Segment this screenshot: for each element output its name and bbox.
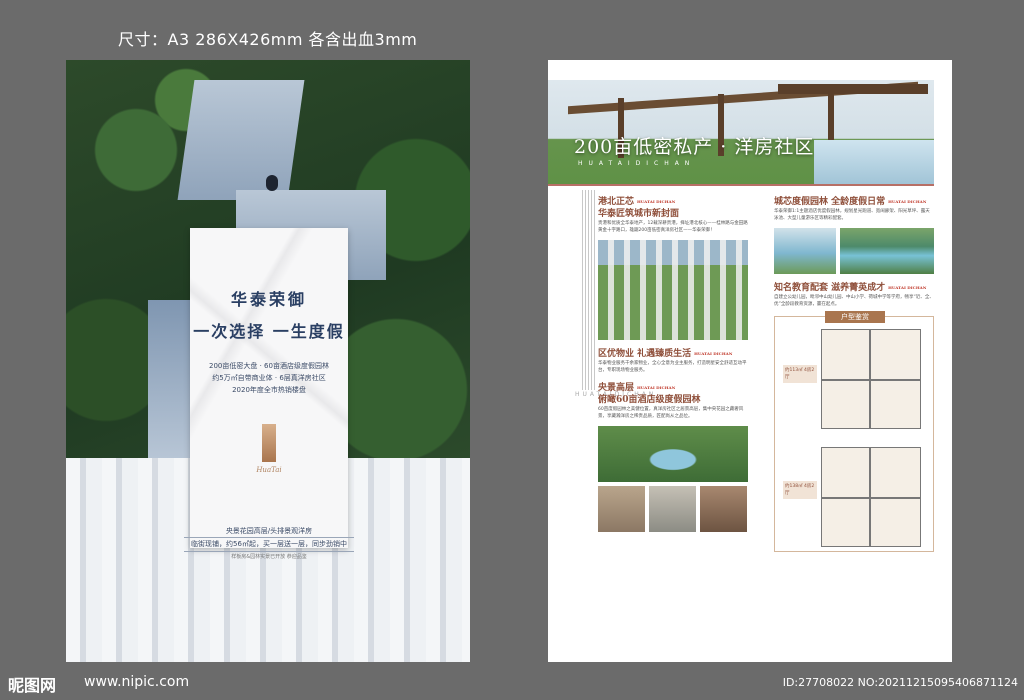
pergola-roof — [778, 84, 928, 94]
decorative-lines — [582, 190, 596, 390]
section-body: 华泰物业服务千余家物业，全心全意为业主服务，打造明星安全舒适互动平台，专职现场物… — [598, 361, 747, 373]
section-title: 俯瞰60亩酒店级度假园林 — [598, 395, 701, 405]
pool — [814, 140, 934, 186]
footer-line: 央景花园高层/头排景观洋房 — [225, 527, 313, 535]
floor-plans-panel: 户型鉴赏 约113㎡ 4房2厅 约138㎡ 4房2厅 — [774, 311, 934, 552]
building-photo-row — [598, 486, 748, 532]
section-body: 自建立公幼儿园，毗邻中山幼儿园、中山小学、荷城中学等学府，畅享“近、全、优”全龄… — [774, 295, 934, 307]
watermark-url: www.nipic.com — [84, 674, 190, 690]
section-title: 港北正芯 HUATAI DICHAN — [598, 196, 748, 208]
resort-garden-image — [598, 426, 748, 482]
brand-signature: HuaTai — [256, 466, 282, 474]
garden-photo — [774, 228, 836, 274]
section-tag: HUATAI DICHAN — [888, 199, 927, 204]
left-column: 港北正芯 HUATAI DICHAN 华泰匠筑城市新封面 贵港和优质全华泰地产，1… — [598, 196, 748, 532]
section-tag: HUATAI DICHAN — [888, 285, 927, 290]
section-title: 华泰匠筑城市新封面 — [598, 209, 680, 219]
back-page: 200亩低密私产 · 洋房社区 HUATAIDICHAN HUATAIDICHA… — [548, 60, 952, 662]
section-title-text: 区优物业 礼遇臻质生活 — [598, 349, 692, 359]
garden-photo-pair — [774, 228, 934, 274]
stone-path — [177, 80, 305, 200]
community-aerial-image — [598, 240, 748, 340]
hero-subtitle: HUATAIDICHAN — [578, 160, 696, 167]
selling-point: 约5万㎡自带商业体 · 6层真洋房社区 — [212, 374, 326, 382]
section-body: 60亩度假园林之美健位置，真洋房社区之居景高层，集中央花园之藏奢风景，享藏瀚洋房… — [598, 407, 744, 419]
section-title-text: 央景高层 — [598, 383, 635, 393]
section-title-text: 知名教育配套 滋养菁英成才 — [774, 283, 886, 293]
plan-a-label: 约113㎡ 4房2厅 — [783, 365, 817, 383]
section-tag: HUATAI DICHAN — [637, 199, 676, 204]
front-footer: 央景花园高层/头排景观洋房 临街现铺，约56㎡起，买一层送一层，同步劲销中 样板… — [184, 526, 354, 562]
section-body: 贵港和优质全华泰地产，12载深耕贵港，择址港北核心——桂林路与金田路黄金十字路口… — [598, 221, 748, 233]
selling-point: 200亩低密大盘 · 60亩酒店级度假园林 — [209, 362, 329, 370]
accent-divider — [548, 184, 934, 186]
vertical-brand-text: HUATAIDICHAN — [575, 391, 657, 398]
marble-title-card: 华泰荣御 一次选择 一生度假 200亩低密大盘 · 60亩酒店级度假园林 约5万… — [190, 228, 348, 548]
section-tag: HUATAI DICHAN — [637, 385, 676, 390]
section-title: 城芯度假园林 全龄度假日常 HUATAI DICHAN — [774, 196, 934, 208]
section-tag: HUATAI DICHAN — [694, 351, 733, 356]
selling-points: 200亩低密大盘 · 60亩酒店级度假园林 约5万㎡自带商业体 · 6层真洋房社… — [190, 360, 348, 396]
hero-title: 200亩低密私产 · 洋房社区 — [574, 136, 815, 158]
size-note: 尺寸：A3 286X426mm 各含出血3mm — [118, 30, 418, 49]
gold-accent-bar — [262, 424, 276, 462]
building-photo — [598, 486, 645, 532]
project-slogan: 一次选择 一生度假 — [193, 322, 345, 341]
right-column: 城芯度假园林 全龄度假日常 HUATAI DICHAN 华泰荣御1:1主题酒店优度… — [774, 196, 934, 552]
section-title: 央景高层 HUATAI DICHAN — [598, 382, 748, 394]
watermark-logo: 昵图网 — [8, 676, 57, 695]
garden-photo — [840, 228, 934, 274]
section-title-text: 城芯度假园林 全龄度假日常 — [774, 197, 886, 207]
section-body: 华泰荣御1:1主题酒店优度假园林，规划星光跑道、宽阔廊架、阳光草坪、露天泳池、大… — [774, 209, 930, 221]
section-title: 知名教育配套 滋养菁英成才 HUATAI DICHAN — [774, 282, 934, 294]
person-figure — [266, 175, 278, 191]
footer-line: 样板房&园林实景已开放 恭迎品鉴 — [231, 554, 307, 560]
project-title: 华泰荣御 — [230, 290, 307, 309]
plan-b-label: 约138㎡ 4房2厅 — [783, 481, 817, 499]
front-page: 华泰荣御 一次选择 一生度假 200亩低密大盘 · 60亩酒店级度假园林 约5万… — [66, 60, 470, 662]
footer-line: 临街现铺，约56㎡起，买一层送一层，同步劲销中 — [184, 537, 354, 552]
floor-plan-a — [821, 329, 921, 429]
floor-plans-title: 户型鉴赏 — [825, 311, 885, 323]
section-title: 区优物业 礼遇臻质生活 HUATAI DICHAN — [598, 348, 748, 360]
floor-plan-b — [821, 447, 921, 547]
section-title-text: 港北正芯 — [598, 197, 635, 207]
selling-point: 2020年度全市热销楼盘 — [232, 386, 306, 394]
building-photo — [649, 486, 696, 532]
watermark-id: ID:27708022 NO:20211215095406871124 — [782, 676, 1018, 689]
building-photo — [700, 486, 747, 532]
hero-banner: 200亩低密私产 · 洋房社区 HUATAIDICHAN — [548, 80, 934, 186]
